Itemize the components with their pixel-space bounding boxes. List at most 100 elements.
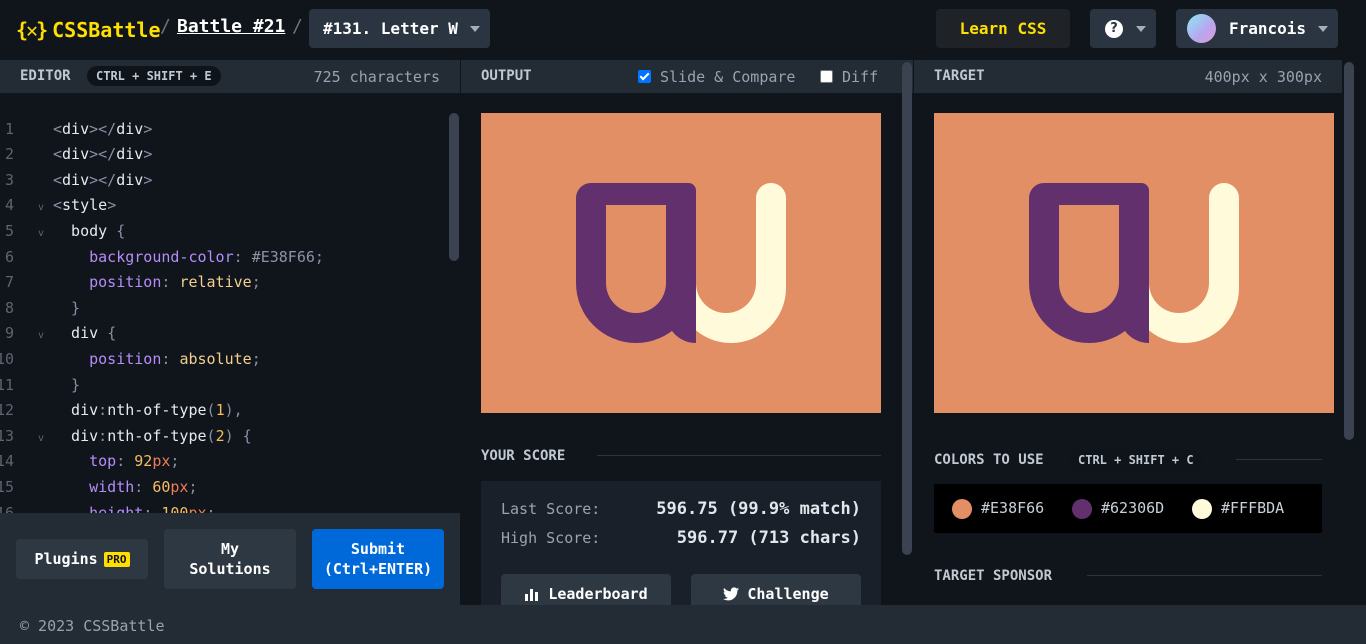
- fold-chevron-icon[interactable]: v: [38, 195, 44, 221]
- code-line[interactable]: 2 <div></div>: [0, 142, 440, 168]
- editor-scrollbar[interactable]: [449, 113, 459, 261]
- your-score-title: YOUR SCORE: [481, 448, 566, 464]
- line-number: 7: [4, 273, 14, 292]
- code-text: }: [53, 298, 81, 317]
- pro-badge: PRO: [103, 551, 130, 567]
- color-swatch[interactable]: [1192, 499, 1212, 519]
- editor-title: EDITOR: [20, 68, 71, 84]
- logo-icon: {✕}: [16, 18, 48, 42]
- code-text: <div></div>: [53, 119, 153, 138]
- line-number: 16: [0, 503, 14, 514]
- code-line[interactable]: 12 div:nth-of-type(1),: [0, 398, 440, 424]
- my-solutions-button[interactable]: My Solutions: [164, 529, 296, 589]
- divider: [1087, 575, 1322, 576]
- user-name: Francois: [1229, 19, 1307, 38]
- code-text: width: 60px;: [53, 477, 198, 496]
- code-line[interactable]: 7 position: relative;: [0, 270, 440, 296]
- cssbattle-logo[interactable]: {✕} CSSBattle: [16, 16, 161, 44]
- code-text: body {: [53, 221, 126, 240]
- breadcrumb-separator: /: [160, 16, 171, 37]
- editor-shortcut-badge: CTRL + SHIFT + E: [87, 66, 221, 86]
- diff-label[interactable]: Diff: [842, 68, 878, 86]
- character-count: 725 characters: [313, 68, 440, 86]
- leaderboard-label: Leaderboard: [548, 585, 648, 603]
- code-line[interactable]: 9 v div {: [0, 321, 440, 347]
- line-number: 11: [0, 375, 14, 394]
- code-line[interactable]: 3 <div></div>: [0, 168, 440, 194]
- code-text: height: 100px;: [53, 503, 216, 514]
- copyright: © 2023 CSSBattle: [20, 617, 165, 635]
- breadcrumb-separator: /: [292, 16, 303, 37]
- line-number: 5: [4, 221, 14, 240]
- line-number: 3: [4, 170, 14, 189]
- last-score-label: Last Score:: [501, 500, 601, 518]
- code-line[interactable]: 13 v div:nth-of-type(2) {: [0, 424, 440, 450]
- code-line[interactable]: 10 position: absolute;: [0, 347, 440, 373]
- fold-chevron-icon[interactable]: v: [38, 426, 44, 452]
- output-scrollbar[interactable]: [902, 62, 912, 555]
- code-line[interactable]: 5 v body {: [0, 219, 440, 245]
- submit-button[interactable]: Submit (Ctrl+ENTER): [312, 529, 444, 589]
- code-line[interactable]: 8 }: [0, 296, 440, 322]
- target-panel: TARGET 400px x 300px COLORS TO USE CTRL …: [914, 60, 1342, 605]
- colors-to-use-title: COLORS TO USE: [934, 452, 1044, 468]
- twitter-icon: [723, 587, 740, 601]
- submit-label: Submit: [350, 540, 406, 558]
- line-number: 12: [0, 401, 14, 420]
- learn-css-button[interactable]: Learn CSS: [936, 9, 1070, 48]
- code-line[interactable]: 1 <div></div>: [0, 117, 440, 143]
- color-hex[interactable]: #E38F66: [981, 499, 1044, 517]
- output-panel: OUTPUT Slide & Compare Diff YOUR SCORE L…: [461, 60, 913, 614]
- cream-u-inner: [1149, 205, 1209, 313]
- code-text: <div></div>: [53, 170, 153, 189]
- code-line[interactable]: 14 top: 92px;: [0, 449, 440, 475]
- target-canvas[interactable]: [934, 113, 1334, 413]
- cream-u-inner: [696, 205, 756, 313]
- output-canvas[interactable]: [481, 113, 881, 413]
- diff-checkbox[interactable]: [820, 70, 833, 83]
- user-menu-button[interactable]: Francois: [1176, 9, 1338, 48]
- color-hex[interactable]: #FFFBDA: [1221, 499, 1284, 517]
- chevron-down-icon: [1136, 26, 1146, 32]
- code-line[interactable]: 4 v <style>: [0, 193, 440, 219]
- divider: [597, 455, 881, 456]
- color-hex[interactable]: #62306D: [1101, 499, 1164, 517]
- divider: [1236, 459, 1322, 460]
- line-number: 2: [4, 145, 14, 164]
- line-number: 1: [4, 119, 14, 138]
- challenge-select-label: #131. Letter W: [323, 19, 458, 38]
- fold-chevron-icon[interactable]: v: [38, 221, 44, 247]
- plugins-button[interactable]: Plugins PRO: [16, 539, 148, 579]
- slide-compare-checkbox[interactable]: [638, 70, 651, 83]
- code-text: position: absolute;: [53, 349, 261, 368]
- challenge-label: Challenge: [747, 585, 829, 603]
- code-text: div {: [53, 324, 117, 343]
- slide-compare-label[interactable]: Slide & Compare: [660, 68, 795, 86]
- help-menu-button[interactable]: ?: [1090, 9, 1156, 48]
- line-number: 8: [4, 298, 14, 317]
- color-swatch[interactable]: [952, 499, 972, 519]
- line-number: 14: [0, 452, 14, 471]
- high-score-value: 596.77 (713 chars): [676, 528, 861, 548]
- code-line[interactable]: 15 width: 60px;: [0, 475, 440, 501]
- color-palette: #E38F66 #62306D #FFFBDA: [934, 484, 1322, 533]
- code-text: top: 92px;: [53, 452, 180, 471]
- color-swatch[interactable]: [1072, 499, 1092, 519]
- code-text: }: [53, 375, 81, 394]
- target-title: TARGET: [934, 68, 985, 84]
- top-bar: {✕} CSSBattle / Battle #21 / #131. Lette…: [0, 0, 1366, 60]
- line-number: 4: [4, 196, 14, 215]
- footer: © 2023 CSSBattle: [0, 605, 1366, 644]
- code-line[interactable]: 11 }: [0, 373, 440, 399]
- challenge-select[interactable]: #131. Letter W: [309, 9, 490, 48]
- code-line[interactable]: 6 background-color: #E38F66;: [0, 245, 440, 271]
- code-text: div:nth-of-type(1),: [53, 401, 243, 420]
- code-text: background-color: #E38F66;: [53, 247, 324, 266]
- page-scrollbar[interactable]: [1344, 62, 1354, 440]
- breadcrumb-battle-link[interactable]: Battle #21: [177, 16, 285, 37]
- fold-chevron-icon[interactable]: v: [38, 323, 44, 349]
- code-editor[interactable]: 1 <div></div> 2 <div></div> 3 <div></div> 4 v <s…: [0, 93, 460, 513]
- help-icon: ?: [1105, 20, 1123, 38]
- line-number: 10: [0, 349, 14, 368]
- code-line[interactable]: 16 height: 100px;: [0, 501, 440, 514]
